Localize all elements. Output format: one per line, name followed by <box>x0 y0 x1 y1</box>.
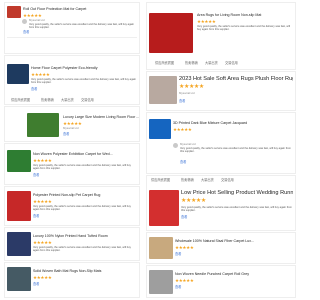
product-thumbnail[interactable] <box>7 150 31 172</box>
review-text: Very good quality, the seller's service … <box>33 205 131 212</box>
product-thumbnail[interactable] <box>149 13 193 53</box>
listing-card-5[interactable]: Luxury Large Size Modern Living Room Flo… <box>4 106 140 142</box>
view-link[interactable]: 查看 <box>181 215 187 220</box>
view-link[interactable]: 查看 <box>63 132 69 137</box>
listing-card-12[interactable]: Solid Woven Bath Mat Rugs Non-Slip Mats … <box>4 262 140 298</box>
product-thumbnail[interactable] <box>27 113 59 137</box>
review-text: Very good quality, the seller's service … <box>181 206 292 213</box>
product-title[interactable]: Luxury 100% Nylon Printed Hand Tufted Ro… <box>33 234 137 238</box>
listing-card-6[interactable]: 3D Printed Dark Blue Mixture Carpet Jacq… <box>146 112 296 174</box>
product-thumbnail[interactable] <box>149 119 171 139</box>
tag-supplier[interactable]: 供应商资质图 <box>11 98 30 102</box>
listing-card-8[interactable]: Polyester Printed Non-slip Pet Carpet Ru… <box>4 186 140 226</box>
tag-credit[interactable]: 交易信用 <box>225 61 238 65</box>
reviewer-avatar <box>173 143 178 148</box>
review-text: Very good quality, the seller's service … <box>197 25 291 32</box>
reviewer-avatar <box>22 19 27 24</box>
product-thumbnail[interactable] <box>149 237 173 259</box>
listing-card-13[interactable]: Non Woven Needle Punched Carpet Roll Gre… <box>146 265 296 298</box>
review-text: Very good quality, the seller's service … <box>29 23 134 30</box>
listing-card-1[interactable]: Roll Out Floor Protection Mat for Carpet… <box>4 2 140 54</box>
listing-card-4[interactable]: 2023 Hot Sale Soft Area Rugs Plush Floor… <box>146 71 296 111</box>
tag-credit[interactable]: 交易信用 <box>221 178 234 182</box>
product-thumbnail[interactable] <box>7 64 29 84</box>
rating-stars: ★★★★★ <box>181 198 206 204</box>
product-title[interactable]: 2023 Hot Sale Soft Area Rugs Plush Floor… <box>179 76 293 83</box>
view-link[interactable]: 查看 <box>23 30 29 35</box>
product-title[interactable]: Non Woven Needle Punched Carpet Roll Gre… <box>175 272 293 276</box>
product-thumbnail[interactable] <box>7 6 21 18</box>
tag-bulk[interactable]: 大量出货 <box>205 61 218 65</box>
rating-stars: ★★★★★ <box>175 245 194 250</box>
tag-bulk[interactable]: 大量出货 <box>61 98 74 102</box>
product-thumbnail[interactable] <box>149 190 179 226</box>
tag-hot[interactable]: 热卖畅销 <box>41 98 54 102</box>
rating-stars: ★★★★★ <box>33 158 52 163</box>
reviewer-name: Mysocial Ltd <box>180 142 196 146</box>
reviewer-name: Mysocial Ltd <box>179 91 195 95</box>
rating-stars: ★★★★★ <box>197 19 216 24</box>
tag-supplier[interactable]: 供应商资质图 <box>155 61 174 65</box>
product-thumbnail[interactable] <box>149 270 173 294</box>
reviewer-name: Mysocial Ltd <box>63 126 79 130</box>
listing-card-7[interactable]: Non Woven Polyester Exhibition Carpet fo… <box>4 143 140 185</box>
product-title[interactable]: Luxury Large Size Modern Living Room Flo… <box>63 115 139 119</box>
view-link[interactable]: 查看 <box>33 282 39 287</box>
rating-stars: ★★★★★ <box>175 278 194 283</box>
tag-credit[interactable]: 交易信用 <box>81 98 94 102</box>
rating-stars: ★★★★★ <box>173 127 192 132</box>
product-title[interactable]: Roll Out Floor Protection Mat for Carpet <box>23 7 133 11</box>
view-link[interactable]: 查看 <box>179 99 185 104</box>
product-title[interactable]: Area Rugs for Living Room Non-slip Mat <box>197 13 293 17</box>
view-link[interactable]: 查看 <box>33 173 39 178</box>
listing-card-11[interactable]: Wholesale 100% Natural Sisal Fiber Carpe… <box>146 232 296 264</box>
tag-hot[interactable]: 热卖畅销 <box>185 61 198 65</box>
rating-stars: ★★★★★ <box>33 199 52 204</box>
listing-card-2[interactable]: Area Rugs for Living Room Non-slip Mat ★… <box>146 2 296 70</box>
product-title[interactable]: Home Floor Carpet Polyester Eco-friendly <box>31 66 131 70</box>
product-title[interactable]: Low Price Hot Selling Product Wedding Ru… <box>181 190 293 197</box>
product-thumbnail[interactable] <box>7 191 31 221</box>
view-link[interactable]: 查看 <box>33 214 39 219</box>
listing-card-9[interactable]: 供应商资质图 热卖畅销 大量出货 交易信用 Low Price Hot Sell… <box>146 175 296 231</box>
listing-card-3[interactable]: Home Floor Carpet Polyester Eco-friendly… <box>4 55 140 105</box>
tag-bulk[interactable]: 大量出货 <box>201 178 214 182</box>
product-title[interactable]: 3D Printed Dark Blue Mixture Carpet Jacq… <box>173 121 291 125</box>
review-text: Very good quality, the seller's service … <box>31 78 136 85</box>
reviewer-name: Mysocial Ltd <box>29 18 45 22</box>
listing-card-10[interactable]: Luxury 100% Nylon Printed Hand Tufted Ro… <box>4 227 140 261</box>
view-link[interactable]: 查看 <box>175 285 181 290</box>
product-title[interactable]: Non Woven Polyester Exhibition Carpet fo… <box>33 152 137 156</box>
view-link[interactable]: 查看 <box>31 87 37 92</box>
view-link[interactable]: 查看 <box>175 252 181 257</box>
tag-supplier[interactable]: 供应商资质图 <box>151 178 170 182</box>
product-title[interactable]: Solid Woven Bath Mat Rugs Non-Slip Mats <box>33 269 137 273</box>
rating-stars: ★★★★★ <box>33 240 52 245</box>
tag-hot[interactable]: 热卖畅销 <box>181 178 194 182</box>
review-text: Very good quality, the seller's service … <box>33 246 131 253</box>
divider <box>7 37 137 38</box>
review-text: Very good quality, the seller's service … <box>33 164 131 171</box>
product-thumbnail[interactable] <box>7 267 31 291</box>
rating-stars: ★★★★★ <box>31 72 50 77</box>
product-thumbnail[interactable] <box>149 76 177 104</box>
product-title[interactable]: Wholesale 100% Natural Sisal Fiber Carpe… <box>175 239 293 243</box>
product-thumbnail[interactable] <box>7 232 31 256</box>
product-title[interactable]: Polyester Printed Non-slip Pet Carpet Ru… <box>33 193 137 197</box>
rating-stars: ★★★★★ <box>179 84 204 90</box>
view-link[interactable]: 查看 <box>180 160 186 165</box>
review-text: Very good quality, the seller's service … <box>180 147 291 154</box>
rating-stars: ★★★★★ <box>33 275 52 280</box>
